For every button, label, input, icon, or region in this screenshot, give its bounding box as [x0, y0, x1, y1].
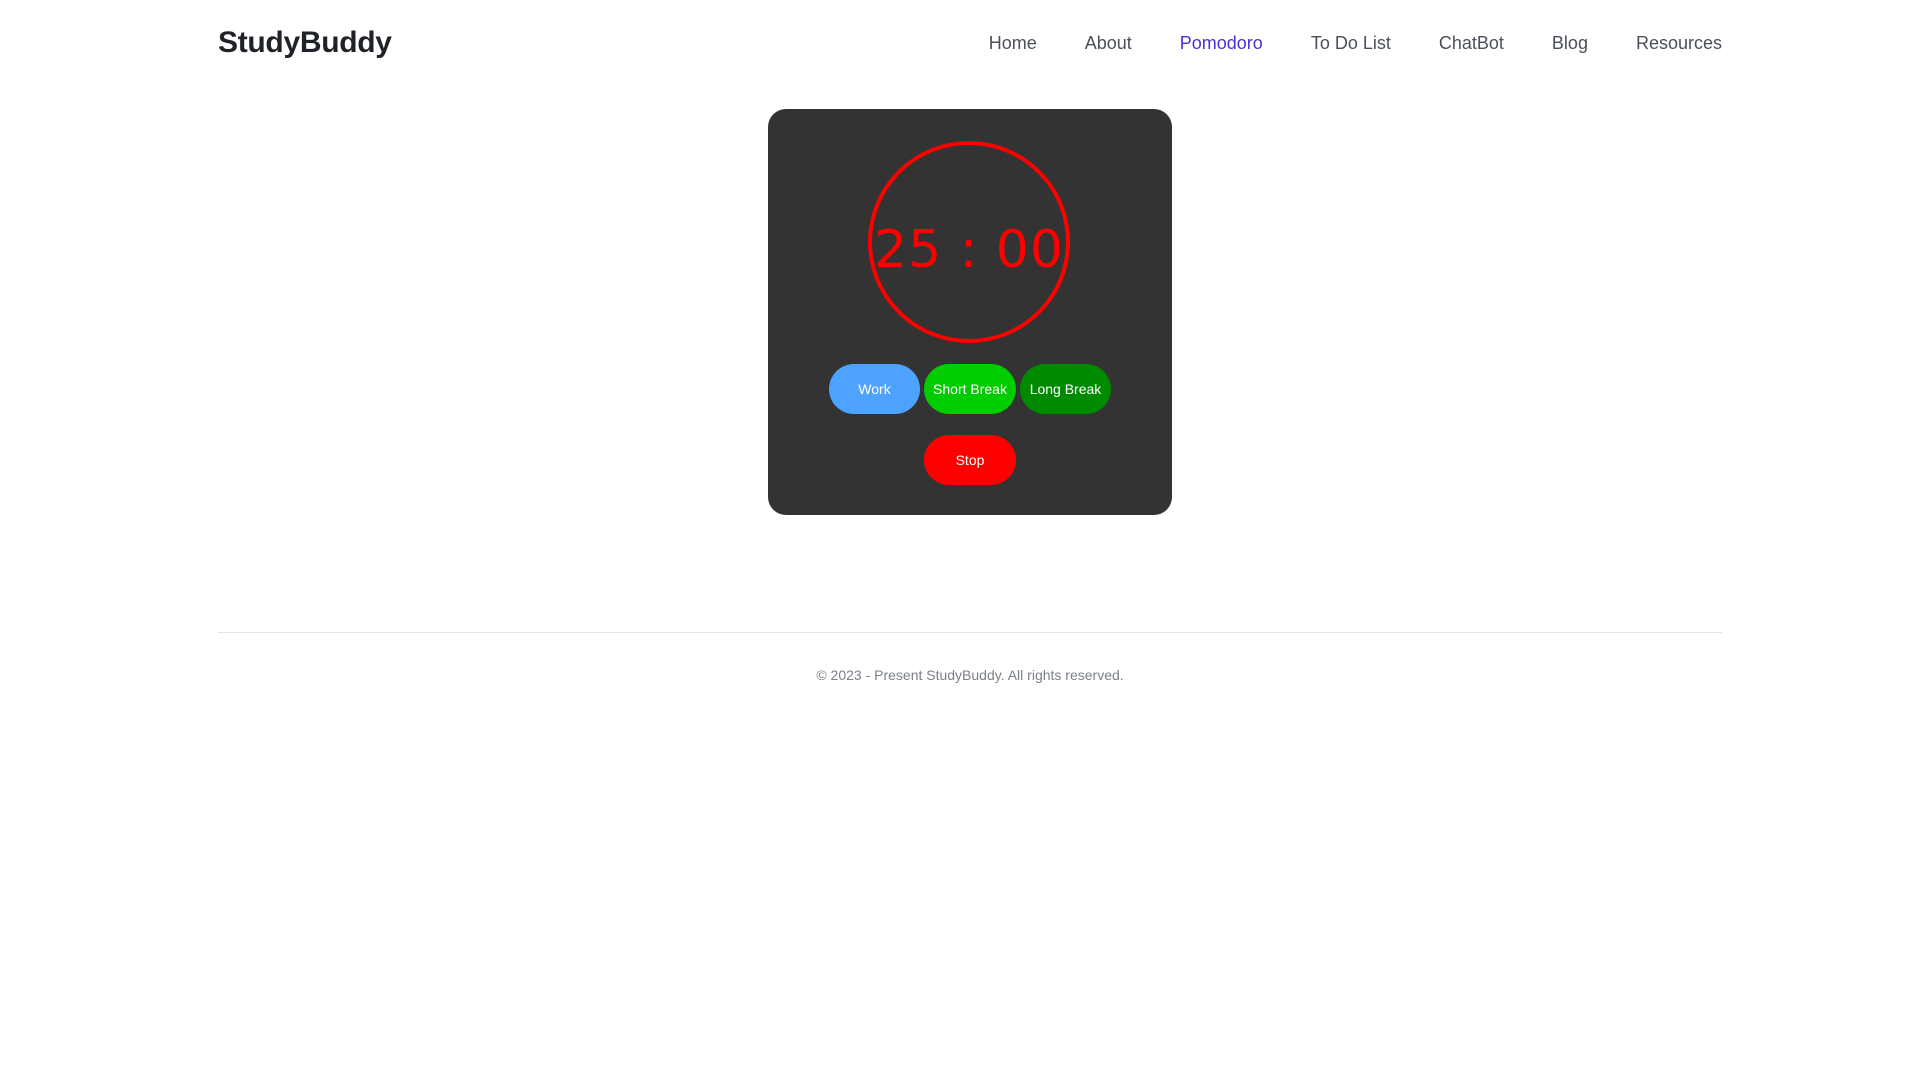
nav-todo-list[interactable]: To Do List — [1311, 33, 1391, 54]
nav-blog[interactable]: Blog — [1552, 33, 1588, 54]
work-button[interactable]: Work — [829, 364, 920, 414]
short-break-button[interactable]: Short Break — [924, 364, 1016, 414]
brand-logo[interactable]: StudyBuddy — [218, 26, 392, 60]
nav-resources[interactable]: Resources — [1636, 33, 1722, 54]
pomodoro-timer-card: 25 : 00 Work Short Break Long Break Stop — [768, 109, 1172, 515]
timer-display: 25 : 00 — [874, 220, 1064, 280]
stop-button[interactable]: Stop — [924, 435, 1016, 485]
nav-pomodoro[interactable]: Pomodoro — [1180, 33, 1263, 54]
nav-about[interactable]: About — [1085, 33, 1132, 54]
footer-copyright: © 2023 - Present StudyBuddy. All rights … — [816, 667, 1124, 683]
nav-chatbot[interactable]: ChatBot — [1439, 33, 1504, 54]
long-break-button[interactable]: Long Break — [1020, 364, 1111, 414]
main-nav: Home About Pomodoro To Do List ChatBot B… — [989, 33, 1722, 54]
timer-ring: 25 : 00 — [868, 141, 1070, 343]
site-header: StudyBuddy Home About Pomodoro To Do Lis… — [218, 0, 1722, 86]
nav-home[interactable]: Home — [989, 33, 1037, 54]
footer-divider — [218, 632, 1722, 633]
